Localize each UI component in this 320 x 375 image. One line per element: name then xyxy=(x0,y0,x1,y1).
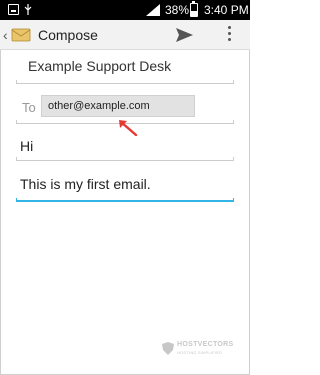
from-field[interactable]: Example Support Desk xyxy=(16,52,234,84)
status-bar: 38% 3:40 PM xyxy=(0,0,250,20)
status-time: 3:40 PM xyxy=(204,3,249,17)
screen-title: Compose xyxy=(38,27,98,43)
subject-field[interactable]: Hi xyxy=(16,135,234,161)
watermark-logo: HOSTVECTORS HOSTING SIMPLIFIED xyxy=(162,341,234,357)
screenshot-notification-icon xyxy=(8,4,19,15)
body-text: This is my first email. xyxy=(20,176,151,192)
from-account: Example Support Desk xyxy=(28,58,172,74)
email-app-icon[interactable] xyxy=(11,25,31,45)
annotation-arrow-icon xyxy=(119,120,138,136)
body-underline-focused xyxy=(16,198,234,202)
battery-percentage: 38% xyxy=(165,3,190,17)
action-bar: ‹ Compose xyxy=(0,20,250,50)
usb-icon xyxy=(24,4,32,15)
send-icon[interactable] xyxy=(176,28,193,42)
watermark-title: HOSTVECTORS xyxy=(177,341,234,348)
watermark-shield-icon xyxy=(162,342,174,355)
body-field[interactable]: This is my first email. xyxy=(16,170,234,202)
overflow-menu-icon[interactable] xyxy=(228,26,232,44)
watermark-subtitle: HOSTING SIMPLIFIED xyxy=(177,350,223,355)
battery-icon xyxy=(190,1,198,17)
up-icon[interactable]: ‹ xyxy=(3,27,8,43)
subject-text: Hi xyxy=(20,138,34,154)
signal-strength-icon xyxy=(146,4,160,16)
to-label: To xyxy=(22,100,36,115)
subject-underline xyxy=(16,157,234,161)
recipient-chip[interactable]: other@example.com xyxy=(41,95,195,117)
from-underline xyxy=(16,80,234,84)
